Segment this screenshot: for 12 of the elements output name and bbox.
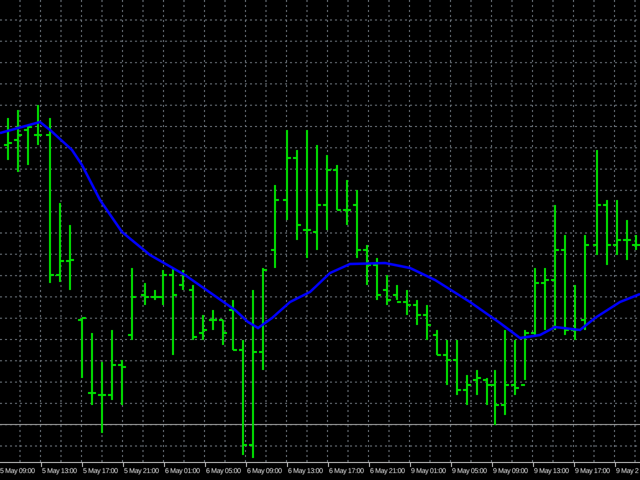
price-bar [472,369,482,396]
price-bar [422,304,432,341]
price-bar [77,317,87,379]
price-bar [612,199,622,256]
price-bar [372,257,382,301]
price-bar [412,299,422,326]
price-bar [33,104,43,146]
price-bar [402,289,412,316]
price-bar [520,329,530,386]
price-bar [208,309,218,331]
price-bar [65,224,75,291]
price-bar [530,267,540,336]
